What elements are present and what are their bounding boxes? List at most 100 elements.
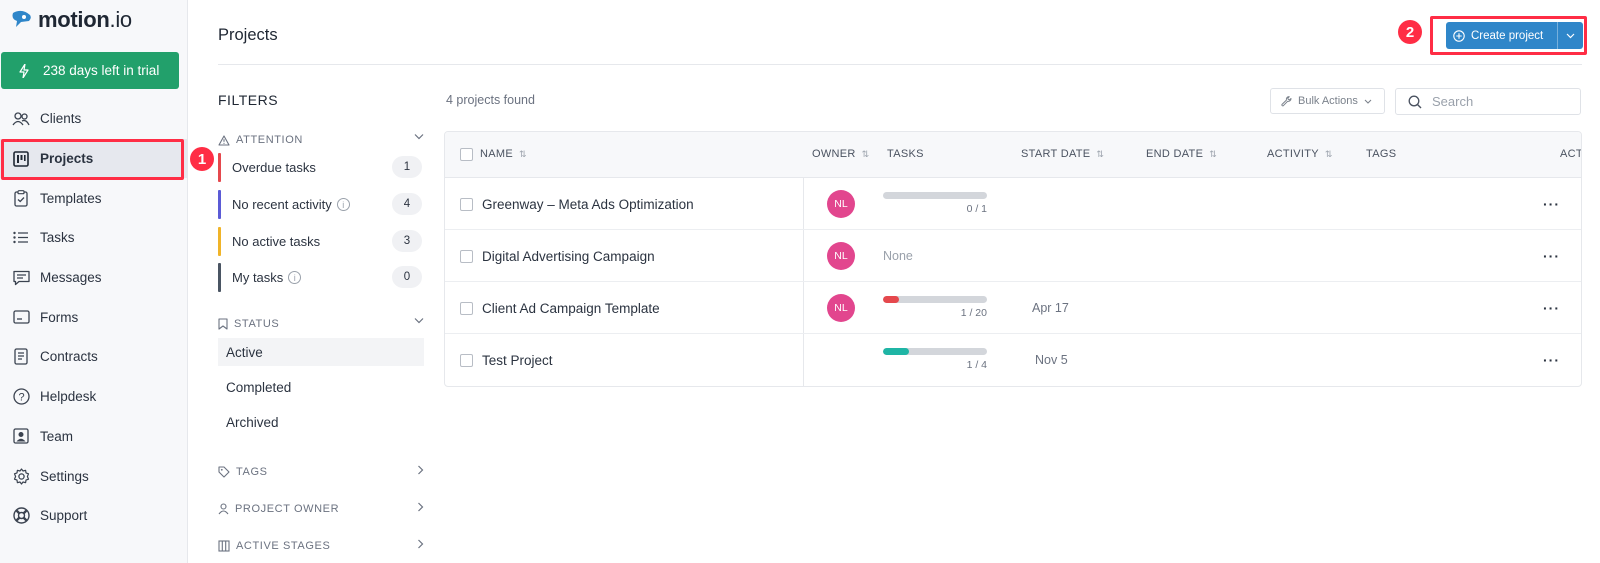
sidebar-item-contracts[interactable]: Contracts	[0, 337, 187, 377]
column-select-all[interactable]	[460, 148, 473, 161]
trial-button[interactable]: 238 days left in trial	[1, 52, 179, 89]
create-project-main[interactable]: Create project	[1446, 22, 1557, 49]
column-tags-label: TAGS	[1366, 148, 1397, 160]
sidebar-item-support[interactable]: Support	[0, 496, 187, 536]
filter-count: 3	[392, 230, 422, 252]
bulk-actions-label: Bulk Actions	[1298, 95, 1358, 107]
row-checkbox[interactable]	[460, 353, 473, 367]
status-section-header[interactable]: STATUS	[218, 315, 424, 333]
sort-icon: ⇅	[861, 148, 870, 159]
filter-no-active-tasks[interactable]: No active tasks 3	[218, 227, 424, 256]
progress-fill	[883, 348, 909, 355]
status-completed[interactable]: Completed	[218, 373, 424, 401]
tags-section-header[interactable]: TAGS	[218, 463, 424, 481]
sidebar: motion.io 238 days left in trial Clients…	[0, 0, 188, 563]
more-actions-icon[interactable]: ···	[1543, 352, 1560, 368]
annotation-badge-2: 2	[1398, 20, 1422, 44]
filter-count: 1	[392, 156, 422, 178]
sidebar-item-templates[interactable]: Templates	[0, 178, 187, 218]
filter-no-recent-activity[interactable]: No recent activity i 4	[218, 190, 424, 219]
column-owner-label: OWNER	[812, 148, 856, 160]
bulk-actions-button[interactable]: Bulk Actions	[1270, 88, 1385, 114]
avatar[interactable]: NL	[827, 294, 855, 322]
column-activity[interactable]: ACTIVITY ⇅	[1267, 148, 1333, 160]
sidebar-item-helpdesk[interactable]: ? Helpdesk	[0, 377, 187, 417]
row-checkbox-cell	[460, 230, 473, 282]
table-row[interactable]: Greenway – Meta Ads Optimization NL 0 / …	[445, 178, 1581, 230]
chevron-down-icon	[414, 318, 424, 324]
active-stages-section-header[interactable]: ACTIVE STAGES	[218, 537, 424, 555]
table-row[interactable]: Client Ad Campaign Template NL 1 / 20 Ap…	[445, 282, 1581, 334]
more-actions-icon[interactable]: ···	[1543, 300, 1560, 316]
bookmark-icon	[218, 318, 228, 330]
gear-icon	[12, 467, 30, 485]
sidebar-item-label: Messages	[40, 270, 102, 286]
sidebar-item-clients[interactable]: Clients	[0, 99, 187, 139]
attention-section-header[interactable]: ATTENTION	[218, 131, 424, 149]
brand-logo[interactable]: motion.io	[10, 6, 132, 34]
users-icon	[12, 110, 30, 128]
column-name[interactable]: NAME ⇅	[480, 148, 527, 160]
svg-text:?: ?	[18, 392, 24, 404]
sidebar-item-settings[interactable]: Settings	[0, 456, 187, 496]
column-tags: TAGS	[1366, 148, 1396, 160]
column-start-label: START DATE	[1021, 148, 1091, 160]
lightning-icon	[19, 63, 29, 78]
row-checkbox[interactable]	[460, 197, 473, 211]
more-actions-icon[interactable]: ···	[1543, 196, 1560, 212]
row-checkbox[interactable]	[460, 249, 473, 263]
sidebar-item-forms[interactable]: Forms	[0, 297, 187, 337]
list-icon	[12, 229, 30, 247]
sidebar-item-messages[interactable]: Messages	[0, 258, 187, 298]
project-name[interactable]: Test Project	[482, 353, 553, 368]
table-header: NAME ⇅ OWNER ⇅ TASKS START DATE ⇅ END DATE ⇅…	[445, 132, 1581, 178]
project-name[interactable]: Digital Advertising Campaign	[482, 249, 655, 264]
projects-table: NAME ⇅ OWNER ⇅ TASKS START DATE ⇅ END DATE ⇅…	[444, 131, 1582, 387]
info-icon[interactable]: i	[336, 198, 350, 211]
column-start-date[interactable]: START DATE ⇅	[1021, 148, 1104, 160]
filter-color-bar	[218, 190, 221, 219]
sidebar-item-label: Templates	[40, 190, 102, 206]
progress-track	[883, 296, 987, 303]
sidebar-item-tasks[interactable]: Tasks	[0, 218, 187, 258]
filter-overdue-tasks[interactable]: Overdue tasks 1	[218, 153, 424, 182]
project-name[interactable]: Client Ad Campaign Template	[482, 301, 660, 316]
column-end-date[interactable]: END DATE ⇅	[1146, 148, 1217, 160]
sidebar-item-label: Forms	[40, 309, 79, 325]
select-all-checkbox[interactable]	[460, 148, 473, 161]
task-progress: 1 / 20	[883, 296, 987, 320]
avatar[interactable]: NL	[827, 242, 855, 270]
search-input[interactable]	[1432, 94, 1572, 109]
chevron-right-icon	[418, 465, 424, 475]
column-tasks: TASKS	[887, 148, 924, 160]
owner-cell: NL	[827, 282, 855, 334]
plus-circle-icon	[1453, 29, 1465, 42]
search-box[interactable]	[1395, 88, 1581, 115]
filter-color-bar	[218, 153, 221, 182]
project-owner-section-header[interactable]: PROJECT OWNER	[218, 500, 424, 518]
avatar[interactable]: NL	[827, 190, 855, 218]
chevron-down-icon	[1566, 33, 1575, 38]
status-archived[interactable]: Archived	[218, 408, 424, 436]
row-checkbox-cell	[460, 334, 473, 386]
column-owner[interactable]: OWNER ⇅	[812, 148, 870, 160]
sidebar-item-team[interactable]: Team	[0, 417, 187, 457]
create-project-dropdown[interactable]	[1557, 22, 1583, 49]
sidebar-item-label: Support	[40, 508, 88, 524]
sidebar-item-label: Tasks	[40, 230, 75, 246]
table-row[interactable]: Digital Advertising Campaign NL None ···	[445, 230, 1581, 282]
projects-count: 4 projects found	[446, 93, 535, 107]
sort-icon: ⇅	[518, 148, 527, 159]
filter-my-tasks[interactable]: My tasks i 0	[218, 263, 424, 292]
task-progress: 1 / 4	[883, 348, 987, 372]
project-owner-label: PROJECT OWNER	[235, 503, 340, 515]
column-activity-label: ACTIVITY	[1267, 148, 1319, 160]
row-checkbox[interactable]	[460, 301, 473, 315]
more-actions-icon[interactable]: ···	[1543, 248, 1560, 264]
projects-highlight-box	[1, 139, 184, 180]
table-row[interactable]: Test Project 1 / 4 Nov 5 ···	[445, 334, 1581, 386]
status-active[interactable]: Active	[218, 338, 424, 366]
create-project-button[interactable]: Create project	[1446, 22, 1583, 49]
project-name[interactable]: Greenway – Meta Ads Optimization	[482, 197, 694, 212]
info-icon[interactable]: i	[288, 271, 302, 284]
